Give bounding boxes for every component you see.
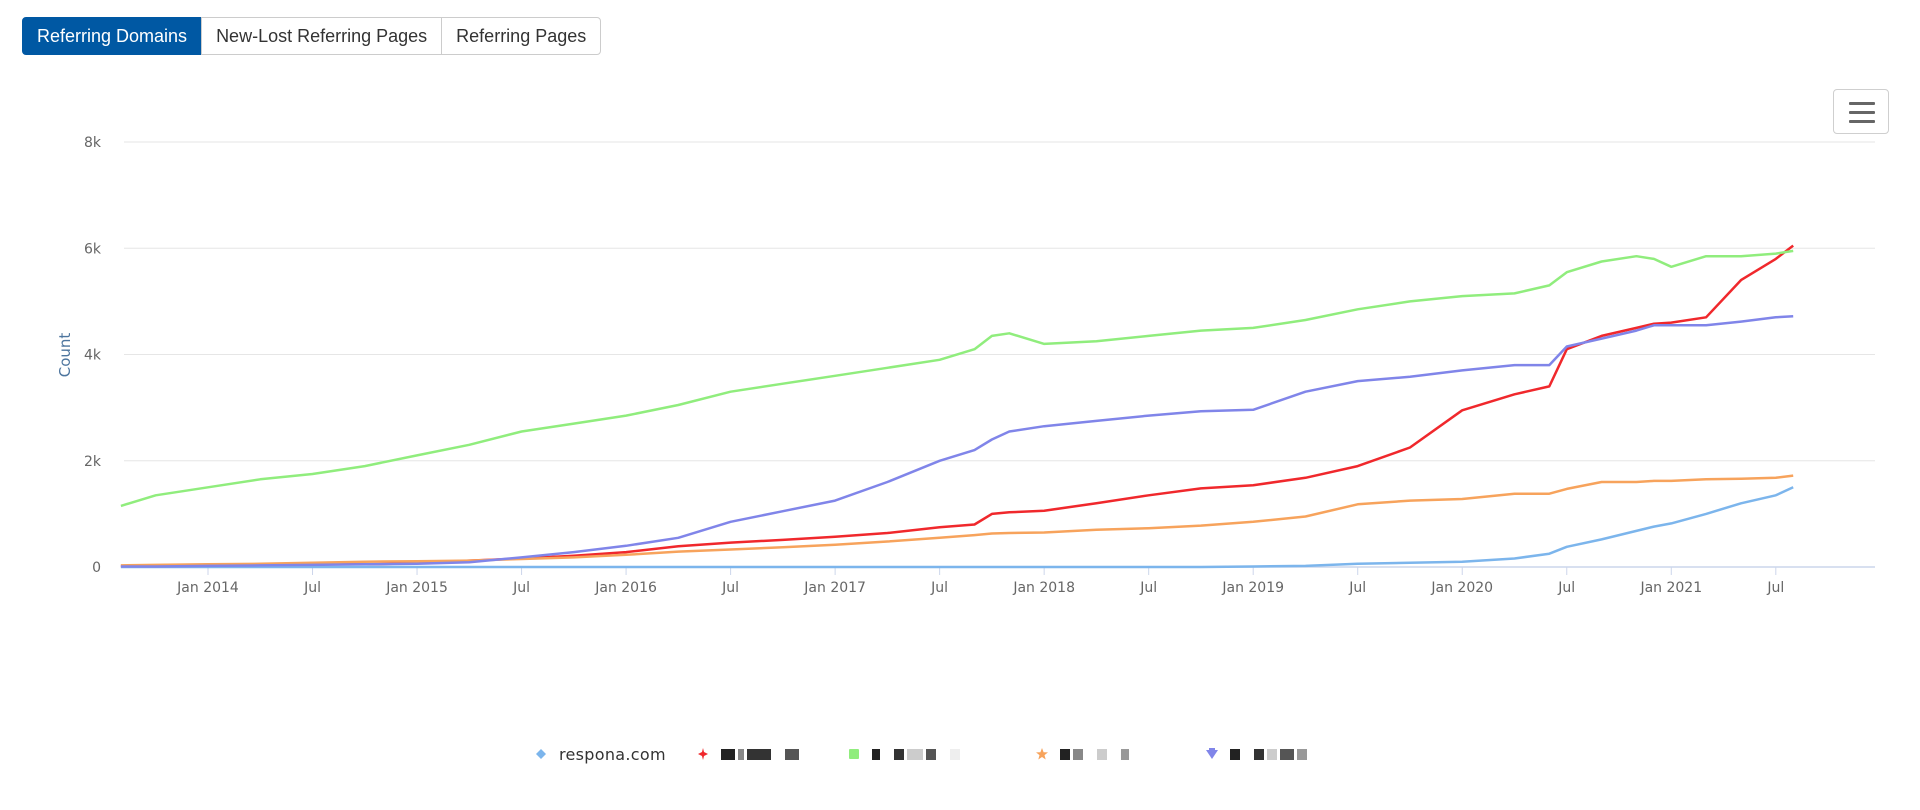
legend-item[interactable] (1036, 742, 1132, 766)
legend-marker-diamond-icon (535, 748, 547, 760)
x-tick-label: Jan 2014 (176, 580, 239, 596)
grid-lines (124, 141, 1875, 568)
y-tick-label: 2k (84, 454, 102, 470)
legend-marker-star-icon (1036, 748, 1048, 760)
legend-marker-triangle-down-icon (1206, 748, 1218, 760)
series-line-1[interactable] (120, 244, 1794, 568)
legend-label: respona.com (559, 744, 666, 764)
x-axis: Jan 2014 Jul Jan 2015 Jul Jan 2016 Jul Jan 201… (176, 567, 1784, 596)
series-lines (120, 244, 1794, 569)
redacted-legend-label (872, 747, 963, 761)
series-line-3[interactable] (120, 474, 1794, 567)
y-tick-label: 6k (84, 241, 102, 257)
legend-item[interactable]: respona.com (535, 742, 666, 766)
x-tick-label: Jan 2017 (803, 580, 866, 596)
y-axis-title: Count (56, 333, 74, 378)
x-tick-label: Jul (1348, 580, 1366, 596)
x-tick-label: Jan 2016 (594, 580, 657, 596)
x-tick-label: Jul (1557, 580, 1575, 596)
line-chart: 02k4k6k8k Count Jan 2014 Jul Jan 2015 Jul Ja… (56, 135, 1875, 596)
y-tick-label: 0 (92, 560, 101, 576)
series-line-0[interactable] (120, 486, 1794, 569)
x-tick-label: Jul (721, 580, 739, 596)
redacted-legend-label (721, 747, 802, 761)
x-tick-label: Jul (930, 580, 948, 596)
y-tick-label: 4k (84, 348, 102, 364)
redacted-legend-label (1230, 747, 1310, 761)
legend-item[interactable] (1206, 742, 1310, 766)
y-axis: 0 2k 4k 6k 8k (84, 135, 102, 576)
chart-legend: respona.com (0, 742, 1920, 766)
legend-item[interactable] (697, 742, 802, 766)
x-tick-label: Jan 2015 (385, 580, 448, 596)
x-tick-label: Jul (512, 580, 530, 596)
x-tick-label: Jan 2020 (1430, 580, 1493, 596)
x-tick-label: Jan 2021 (1639, 580, 1702, 596)
x-tick-label: Jul (303, 580, 321, 596)
x-tick-label: Jan 2019 (1221, 580, 1284, 596)
series-line-2[interactable] (120, 249, 1794, 508)
x-tick-label: Jan 2018 (1012, 580, 1075, 596)
redacted-legend-label (1060, 747, 1132, 761)
legend-marker-cross-icon (697, 748, 709, 760)
legend-marker-square-icon (848, 748, 860, 760)
y-tick-label: 8k (84, 135, 102, 151)
x-tick-label: Jul (1766, 580, 1784, 596)
x-tick-label: Jul (1139, 580, 1157, 596)
legend-item[interactable] (848, 742, 963, 766)
